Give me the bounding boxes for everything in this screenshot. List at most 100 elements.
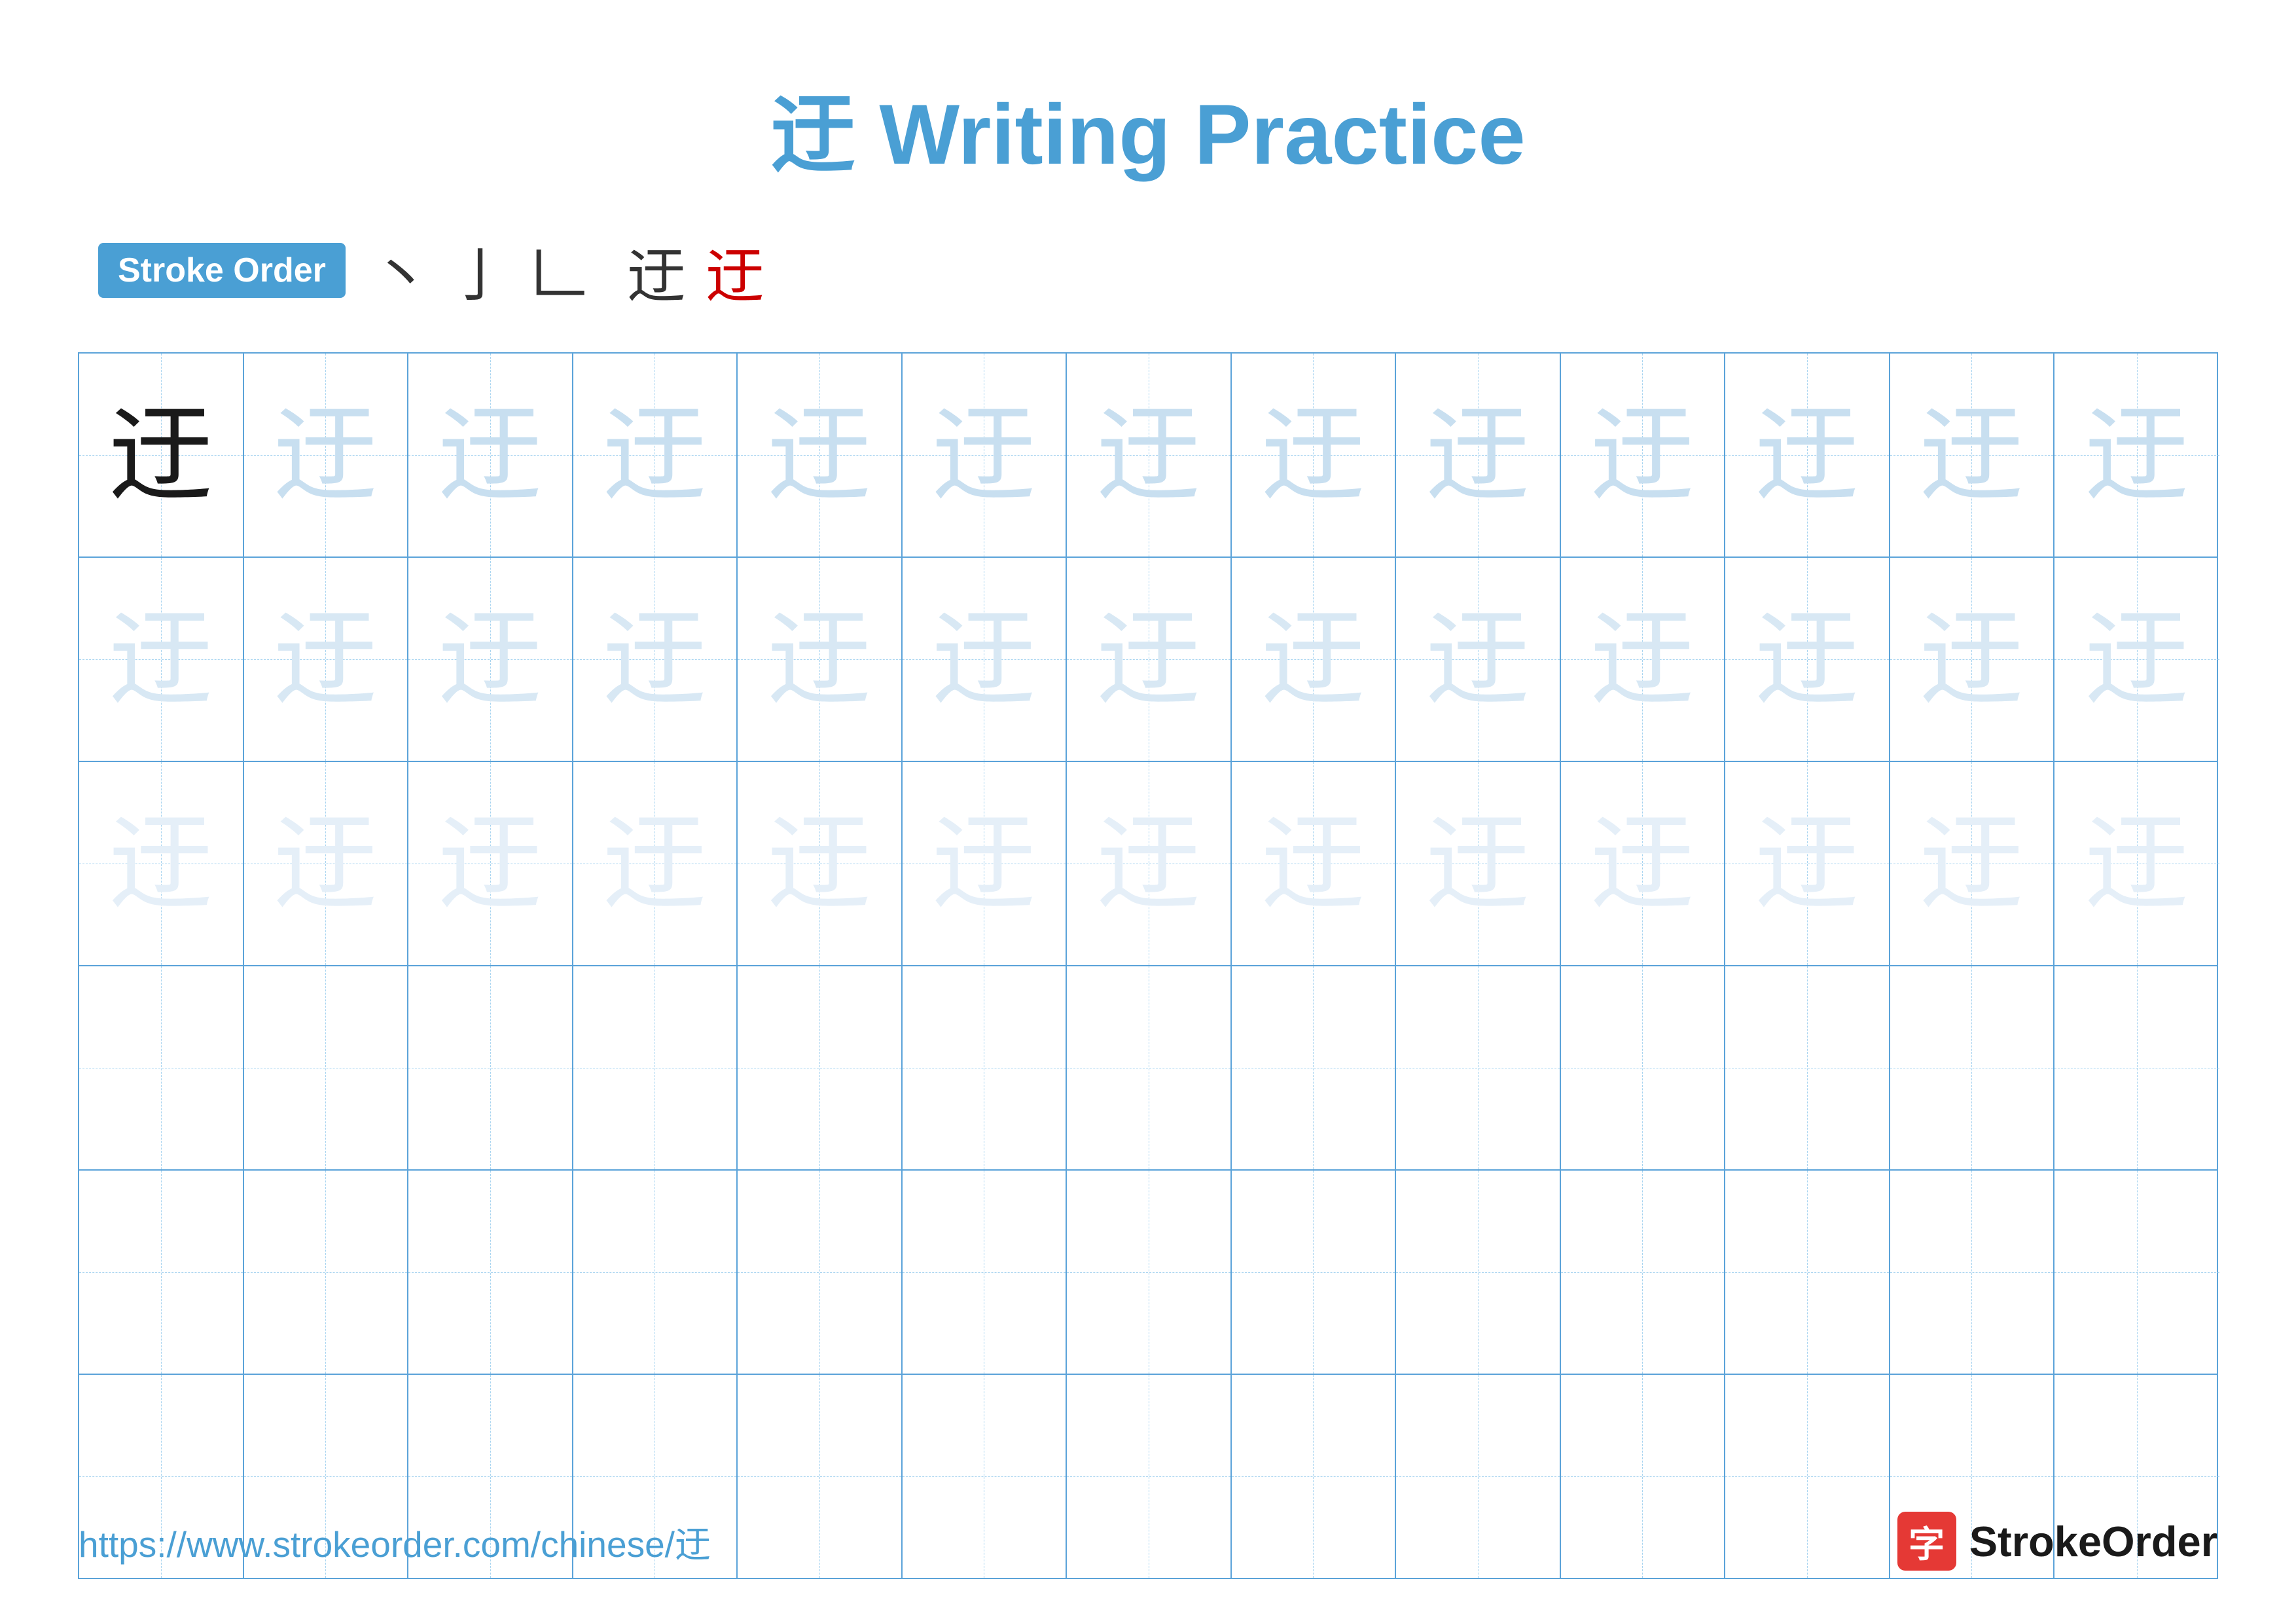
grid-cell-3-10[interactable]: 迂 xyxy=(1561,762,1726,965)
grid-cell-2-2[interactable]: 迂 xyxy=(244,558,409,761)
grid-cell-4-4[interactable] xyxy=(573,966,738,1169)
page: 迂 Writing Practice Stroke Order 丶 亅 𠃊 𰤿 … xyxy=(0,0,2296,1623)
char-light: 迂 xyxy=(1261,811,1365,916)
grid-cell-4-1[interactable] xyxy=(79,966,244,1169)
grid-row-3: 迂 迂 迂 迂 迂 迂 迂 迂 迂 xyxy=(79,762,2217,966)
grid-cell-3-5[interactable]: 迂 xyxy=(738,762,903,965)
grid-cell-2-13[interactable]: 迂 xyxy=(2054,558,2219,761)
grid-cell-4-13[interactable] xyxy=(2054,966,2219,1169)
footer-url[interactable]: https://www.strokeorder.com/chinese/迂 xyxy=(79,1515,711,1567)
grid-cell-4-7[interactable] xyxy=(1067,966,1232,1169)
strokeorder-logo-icon: 字 xyxy=(1897,1512,1956,1571)
char-light: 迂 xyxy=(2085,811,2189,916)
grid-cell-3-8[interactable]: 迂 xyxy=(1232,762,1397,965)
grid-cell-3-13[interactable]: 迂 xyxy=(2054,762,2219,965)
grid-cell-5-13[interactable] xyxy=(2054,1171,2219,1374)
char-light: 迂 xyxy=(438,403,543,507)
char-light: 迂 xyxy=(767,811,872,916)
grid-cell-2-7[interactable]: 迂 xyxy=(1067,558,1232,761)
grid-cell-2-11[interactable]: 迂 xyxy=(1725,558,1890,761)
grid-cell-1-7[interactable]: 迂 xyxy=(1067,354,1232,556)
grid-cell-1-4[interactable]: 迂 xyxy=(573,354,738,556)
grid-cell-2-4[interactable]: 迂 xyxy=(573,558,738,761)
grid-cell-3-12[interactable]: 迂 xyxy=(1890,762,2055,965)
grid-cell-2-5[interactable]: 迂 xyxy=(738,558,903,761)
grid-cell-5-10[interactable] xyxy=(1561,1171,1726,1374)
grid-cell-2-12[interactable]: 迂 xyxy=(1890,558,2055,761)
grid-cell-1-12[interactable]: 迂 xyxy=(1890,354,2055,556)
grid-cell-2-6[interactable]: 迂 xyxy=(903,558,1067,761)
char-light: 迂 xyxy=(602,403,707,507)
grid-cell-3-7[interactable]: 迂 xyxy=(1067,762,1232,965)
grid-cell-5-9[interactable] xyxy=(1396,1171,1561,1374)
char-light: 迂 xyxy=(1590,811,1695,916)
char-light: 迂 xyxy=(1755,403,1859,507)
char-light: 迂 xyxy=(931,607,1036,712)
grid-cell-5-5[interactable] xyxy=(738,1171,903,1374)
grid-cell-4-12[interactable] xyxy=(1890,966,2055,1169)
grid-cell-4-9[interactable] xyxy=(1396,966,1561,1169)
stroke-order-row: Stroke Order 丶 亅 𠃊 𰤿 迂 迂 xyxy=(79,228,2217,313)
char-light: 迂 xyxy=(2085,607,2189,712)
grid-cell-4-10[interactable] xyxy=(1561,966,1726,1169)
grid-cell-3-3[interactable]: 迂 xyxy=(408,762,573,965)
grid-cell-1-8[interactable]: 迂 xyxy=(1232,354,1397,556)
char-light: 迂 xyxy=(1261,403,1365,507)
char-light: 迂 xyxy=(273,811,378,916)
grid-cell-1-1[interactable]: 迂 xyxy=(79,354,244,556)
grid-cell-2-10[interactable]: 迂 xyxy=(1561,558,1726,761)
grid-cell-5-6[interactable] xyxy=(903,1171,1067,1374)
grid-cell-3-1[interactable]: 迂 xyxy=(79,762,244,965)
grid-cell-5-7[interactable] xyxy=(1067,1171,1232,1374)
grid-cell-3-6[interactable]: 迂 xyxy=(903,762,1067,965)
grid-cell-2-8[interactable]: 迂 xyxy=(1232,558,1397,761)
char-light: 迂 xyxy=(1426,403,1530,507)
char-light: 迂 xyxy=(1919,811,2024,916)
grid-cell-4-3[interactable] xyxy=(408,966,573,1169)
grid-cell-3-11[interactable]: 迂 xyxy=(1725,762,1890,965)
page-title: 迂 Writing Practice xyxy=(770,65,1525,189)
grid-cell-4-5[interactable] xyxy=(738,966,903,1169)
grid-cell-5-4[interactable] xyxy=(573,1171,738,1374)
char-light: 迂 xyxy=(438,811,543,916)
grid-cell-1-13[interactable]: 迂 xyxy=(2054,354,2219,556)
grid-cell-5-3[interactable] xyxy=(408,1171,573,1374)
grid-cell-1-10[interactable]: 迂 xyxy=(1561,354,1726,556)
char-light: 迂 xyxy=(109,811,213,916)
grid-cell-2-9[interactable]: 迂 xyxy=(1396,558,1561,761)
grid-cell-3-2[interactable]: 迂 xyxy=(244,762,409,965)
grid-cell-5-1[interactable] xyxy=(79,1171,244,1374)
char-light: 迂 xyxy=(1590,607,1695,712)
char-light: 迂 xyxy=(2085,403,2189,507)
grid-cell-1-11[interactable]: 迂 xyxy=(1725,354,1890,556)
char-light: 迂 xyxy=(767,403,872,507)
grid-cell-2-1[interactable]: 迂 xyxy=(79,558,244,761)
char-light: 迂 xyxy=(1590,403,1695,507)
grid-cell-3-4[interactable]: 迂 xyxy=(573,762,738,965)
grid-cell-1-2[interactable]: 迂 xyxy=(244,354,409,556)
grid-cell-1-3[interactable]: 迂 xyxy=(408,354,573,556)
stroke-6: 迂 xyxy=(706,228,764,313)
grid-cell-4-6[interactable] xyxy=(903,966,1067,1169)
grid-cell-5-2[interactable] xyxy=(244,1171,409,1374)
grid-row-1: 迂 迂 迂 迂 迂 迂 迂 迂 迂 xyxy=(79,354,2217,558)
grid-cell-5-11[interactable] xyxy=(1725,1171,1890,1374)
grid-cell-4-8[interactable] xyxy=(1232,966,1397,1169)
stroke-1: 丶 xyxy=(372,228,431,313)
grid-cell-5-12[interactable] xyxy=(1890,1171,2055,1374)
grid-cell-2-3[interactable]: 迂 xyxy=(408,558,573,761)
grid-cell-1-9[interactable]: 迂 xyxy=(1396,354,1561,556)
char-light: 迂 xyxy=(273,403,378,507)
grid-cell-3-9[interactable]: 迂 xyxy=(1396,762,1561,965)
grid-cell-5-8[interactable] xyxy=(1232,1171,1397,1374)
char-light: 迂 xyxy=(1096,403,1201,507)
char-light: 迂 xyxy=(1755,811,1859,916)
stroke-sequence: 丶 亅 𠃊 𰤿 迂 迂 xyxy=(372,228,764,313)
grid-cell-1-5[interactable]: 迂 xyxy=(738,354,903,556)
char-light: 迂 xyxy=(1755,607,1859,712)
practice-grid: 迂 迂 迂 迂 迂 迂 迂 迂 迂 xyxy=(78,352,2218,1579)
strokeorder-logo-text: StrokeOrder xyxy=(1969,1517,2217,1566)
grid-cell-4-2[interactable] xyxy=(244,966,409,1169)
grid-cell-1-6[interactable]: 迂 xyxy=(903,354,1067,556)
grid-cell-4-11[interactable] xyxy=(1725,966,1890,1169)
